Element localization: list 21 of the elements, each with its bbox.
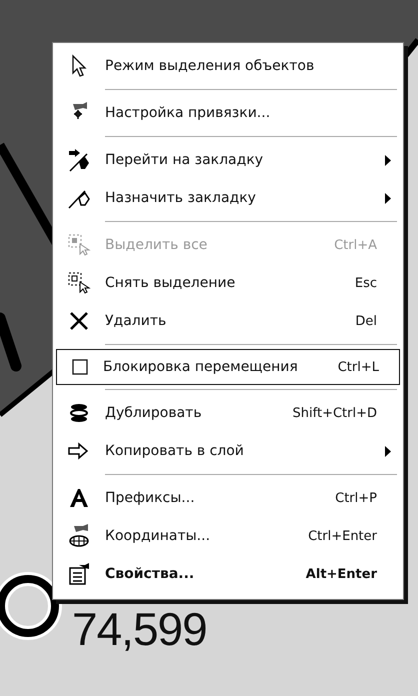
menu-item[interactable]: Режим выделения объектов	[53, 47, 403, 85]
select-all-icon	[67, 233, 91, 257]
checkbox-icon	[72, 359, 88, 375]
menu-item[interactable]: Свойства... Alt+Enter	[53, 555, 403, 593]
menu-item[interactable]: Снять выделение Esc	[53, 264, 403, 302]
properties-icon	[67, 562, 91, 586]
menu-item[interactable]: Префиксы... Ctrl+P	[53, 479, 403, 517]
flag-arrow-icon	[67, 148, 91, 172]
menu-item[interactable]: Перейти на закладку	[53, 141, 403, 179]
canvas-label: 74,599	[72, 602, 207, 656]
menu-item[interactable]: Копировать в слой	[53, 432, 403, 470]
menu-item[interactable]: Удалить Del	[53, 302, 403, 340]
deselect-icon	[67, 271, 91, 295]
menu-item[interactable]: Назначить закладку	[53, 179, 403, 217]
stack-icon	[67, 401, 91, 425]
hand-grid-icon	[67, 524, 91, 548]
letter-icon	[67, 486, 91, 510]
menu-item[interactable]: Блокировка перемещения Ctrl+L	[56, 349, 400, 385]
menu-item[interactable]: Настройка привязки...	[53, 94, 403, 132]
menu-item[interactable]: Координаты... Ctrl+Enter	[53, 517, 403, 555]
menu-item[interactable]: Дублировать Shift+Ctrl+D	[53, 394, 403, 432]
